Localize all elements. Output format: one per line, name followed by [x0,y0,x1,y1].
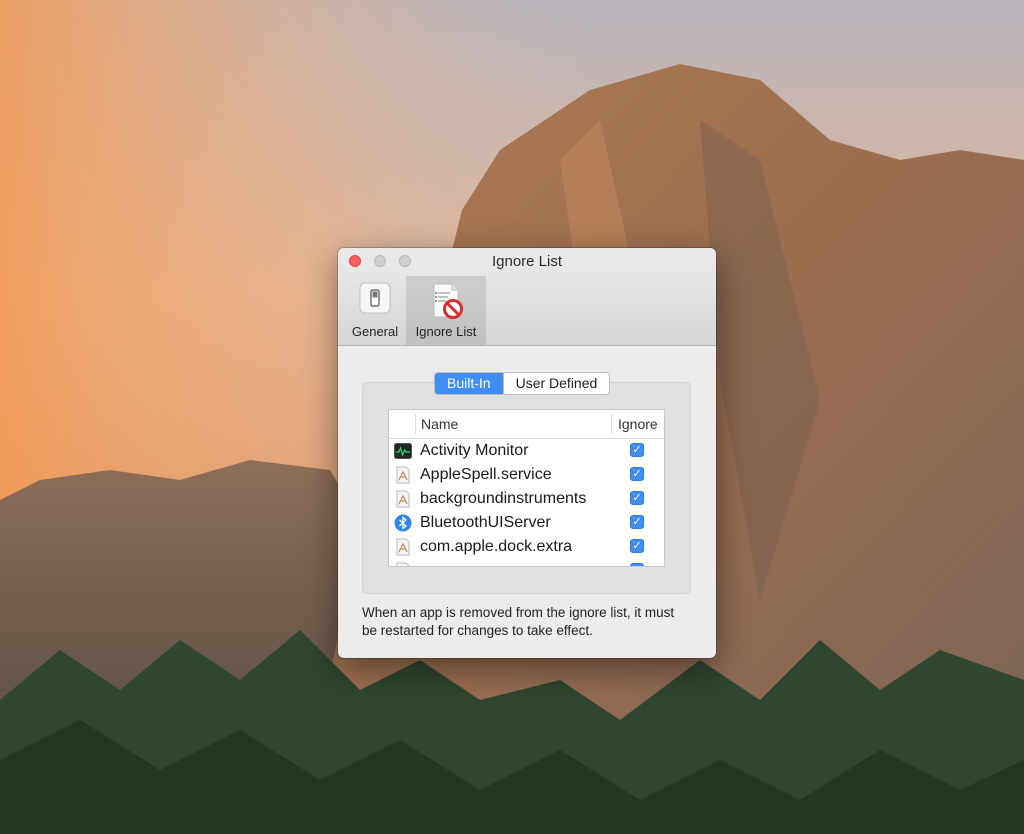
table-row[interactable]: AppleSpell.service ✓ [389,463,664,487]
generic-app-icon [394,466,412,484]
restart-note: When an app is removed from the ignore l… [362,605,675,638]
ignore-list-window: Ignore List General Ignore List Built-In… [338,248,716,658]
column-header-ignore[interactable]: Ignore [618,416,658,432]
segmented-control: Built-In User Defined [434,372,611,395]
toolbar-tab-ignore-list-label: Ignore List [415,324,477,339]
toolbar-tab-general-label: General [351,324,399,339]
row-name: backgroundinstruments [420,490,587,507]
table-row[interactable]: Activity Monitor ✓ [389,439,664,463]
segment-built-in[interactable]: Built-In [435,373,503,394]
table-row[interactable]: BluetoothUIServer ✓ [389,511,664,535]
bluetooth-icon [394,514,412,532]
row-name: AppleSpell.service [420,466,552,483]
ignore-checkbox[interactable]: ✓ [630,467,644,481]
toolbar-tab-ignore-list[interactable]: Ignore List [406,276,486,345]
window-title: Ignore List [491,253,563,270]
ignore-checkbox[interactable]: ✓ [630,515,644,529]
ignore-table: Name Ignore Activity Monitor ✓ AppleSpel… [388,409,665,567]
generic-app-icon [394,562,412,566]
table-row[interactable]: com.apple.dock.extra ✓ [389,535,664,559]
generic-app-icon [394,538,412,556]
row-name: BluetoothUIServer [420,514,551,531]
ignore-checkbox[interactable]: ✓ [630,539,644,553]
row-name: Activity Monitor [420,442,529,459]
table-header: Name Ignore [389,410,664,439]
column-header-name[interactable]: Name [415,416,458,436]
row-name: com.apple.dock.extra [420,538,573,555]
toolbar-tab-general[interactable]: General [346,276,404,345]
ignore-checkbox[interactable]: ✓ [630,443,644,457]
switch-icon [358,281,392,318]
table-row[interactable]: backgroundinstruments ✓ [389,487,664,511]
window-content: Built-In User Defined Name Ignore Activi… [338,346,716,658]
table-row-partial[interactable]: ✓ [389,559,664,566]
titlebar: Ignore List General Ignore List [338,248,716,346]
ignore-list-icon [426,281,466,324]
column-divider [611,414,612,434]
activity-monitor-icon [394,442,412,460]
generic-app-icon [394,490,412,508]
ignore-checkbox[interactable]: ✓ [630,491,644,505]
ignore-checkbox[interactable]: ✓ [630,563,644,566]
segment-user-defined[interactable]: User Defined [502,373,610,394]
